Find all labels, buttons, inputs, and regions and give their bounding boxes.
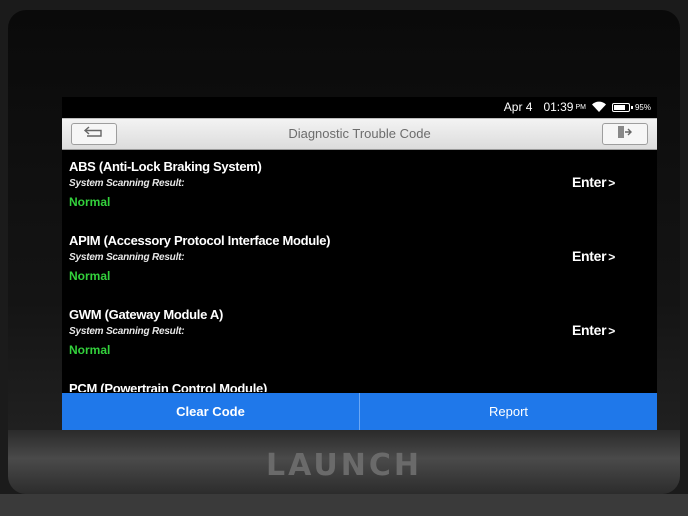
- status-normal: Normal: [69, 269, 111, 283]
- enter-label: Enter: [571, 248, 607, 264]
- chevron-right-icon: >: [608, 250, 615, 264]
- wifi-icon: [591, 101, 607, 113]
- list-item: PCM (Powertrain Control Module): [62, 371, 657, 392]
- status-date: Apr 4: [503, 100, 533, 114]
- enter-button[interactable]: Enter >: [572, 174, 615, 190]
- list-item: GWM (Gateway Module A) System Scanning R…: [62, 297, 657, 371]
- surface: [0, 494, 688, 516]
- module-name: GWM (Gateway Module A): [69, 307, 223, 322]
- list-item: APIM (Accessory Protocol Interface Modul…: [62, 223, 657, 297]
- list-item: ABS (Anti-Lock Braking System) System Sc…: [62, 149, 657, 223]
- battery-fill: [613, 104, 625, 110]
- enter-button[interactable]: Enter >: [572, 322, 615, 338]
- status-ampm: PM: [575, 103, 586, 111]
- module-list[interactable]: ABS (Anti-Lock Braking System) System Sc…: [62, 149, 657, 392]
- page-title: Diagnostic Trouble Code: [288, 126, 431, 141]
- module-name: PCM (Powertrain Control Module): [69, 381, 267, 392]
- screen: Apr 4 01:39 PM 95% Diagnostic Trouble Co…: [62, 97, 657, 430]
- enter-button[interactable]: Enter >: [572, 248, 615, 264]
- enter-label: Enter: [571, 322, 607, 338]
- status-normal: Normal: [69, 343, 111, 357]
- chevron-right-icon: >: [608, 176, 615, 190]
- clear-code-button[interactable]: Clear Code: [62, 393, 360, 430]
- status-time: 01:39: [543, 100, 574, 114]
- device-brand-logo: LAUNCH: [265, 448, 422, 483]
- action-bar: Clear Code Report: [62, 393, 657, 430]
- enter-label: Enter: [571, 174, 607, 190]
- module-name: ABS (Anti-Lock Braking System): [69, 159, 262, 174]
- scan-result-label: System Scanning Result:: [69, 178, 185, 189]
- status-bar: Apr 4 01:39 PM 95%: [62, 97, 657, 117]
- module-name: APIM (Accessory Protocol Interface Modul…: [69, 233, 331, 248]
- report-button[interactable]: Report: [360, 393, 657, 430]
- title-bar: Diagnostic Trouble Code: [62, 118, 657, 150]
- scan-result-label: System Scanning Result:: [69, 252, 185, 263]
- chevron-right-icon: >: [608, 324, 615, 338]
- scan-result-label: System Scanning Result:: [69, 326, 185, 337]
- exit-icon: [617, 125, 633, 144]
- exit-button[interactable]: [602, 123, 648, 145]
- status-normal: Normal: [69, 195, 111, 209]
- battery-icon: [611, 102, 633, 112]
- battery-percent: 95%: [634, 102, 651, 112]
